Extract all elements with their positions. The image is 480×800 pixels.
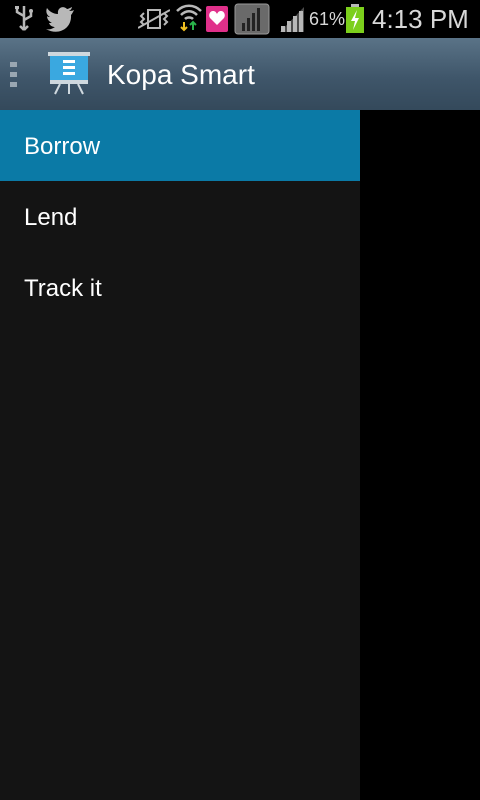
action-bar: Kopa Smart xyxy=(0,38,480,111)
app-title: Kopa Smart xyxy=(107,59,255,90)
signal-icon xyxy=(278,5,306,38)
app-screen: 61% 4:13 PM Kopa Smart Borrow Lend Track… xyxy=(0,0,480,800)
drawer-item-label: Lend xyxy=(24,204,78,231)
battery-percent: 61% xyxy=(309,9,346,29)
status-bar: 61% 4:13 PM xyxy=(0,0,480,38)
drawer-item-track-it[interactable]: Track it xyxy=(0,252,360,323)
drawer-item-lend[interactable]: Lend xyxy=(0,181,360,252)
content-area xyxy=(360,110,480,800)
drawer-item-label: Track it xyxy=(24,275,102,302)
twitter-icon xyxy=(46,6,76,37)
signal-box-icon xyxy=(234,3,270,40)
drawer-toggle-icon[interactable] xyxy=(10,62,17,88)
drawer-item-borrow[interactable]: Borrow xyxy=(0,110,360,181)
health-app-icon xyxy=(206,6,228,37)
status-clock: 4:13 PM xyxy=(372,4,469,34)
presentation-board-icon[interactable] xyxy=(46,50,92,96)
battery-charging-icon xyxy=(345,4,365,39)
wifi-icon xyxy=(175,2,203,37)
drawer-item-label: Borrow xyxy=(24,133,101,160)
vibrate-icon xyxy=(137,8,171,35)
usb-icon xyxy=(12,4,36,39)
navigation-drawer: Borrow Lend Track it xyxy=(0,110,360,800)
